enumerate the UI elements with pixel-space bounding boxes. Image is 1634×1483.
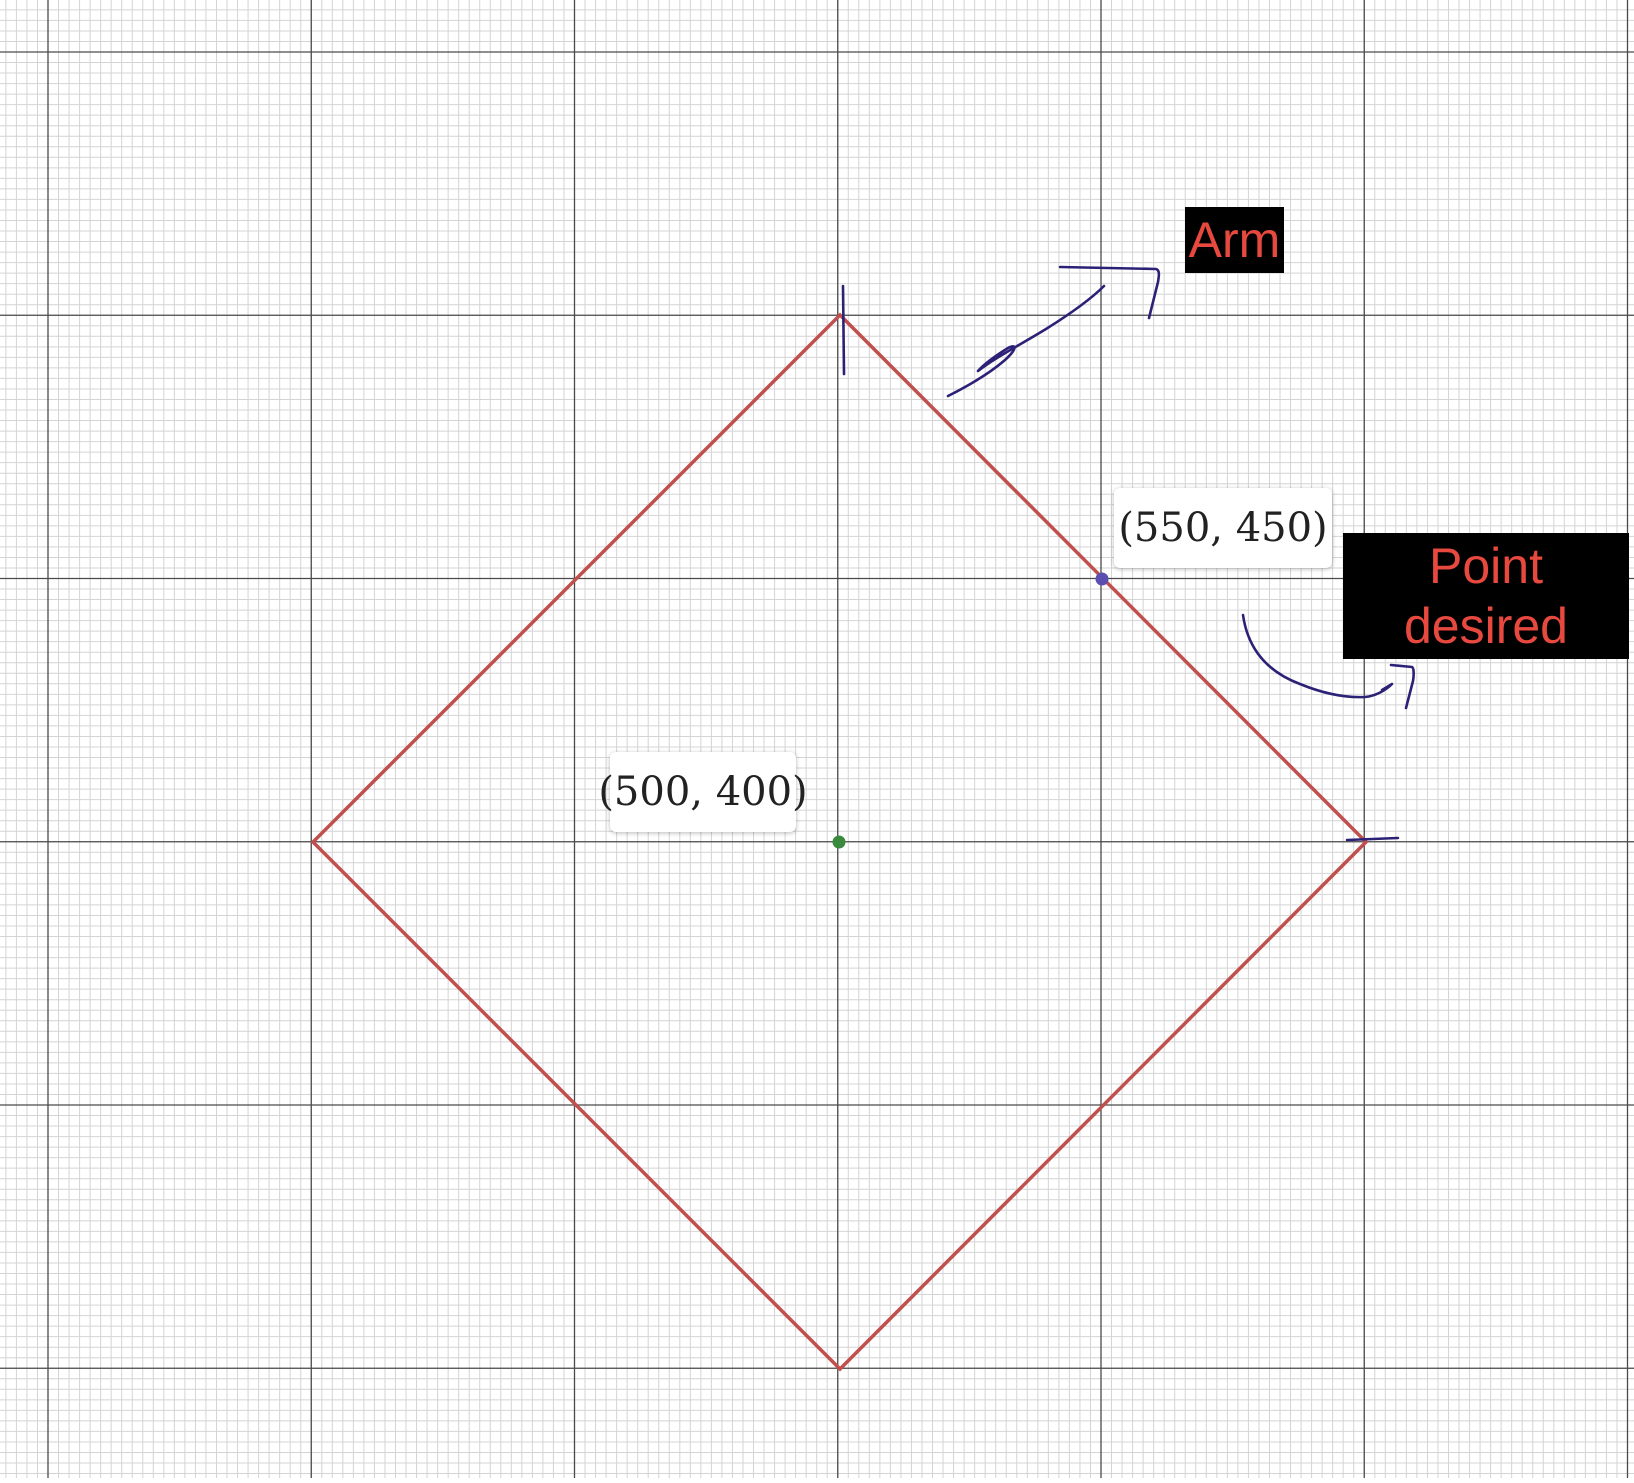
graph-canvas: (500, 400) (550, 450) Arm Point desired [0,0,1634,1478]
point-desired-arrow-head [1389,663,1415,710]
arm-note: Arm [1185,207,1284,273]
arm-arrow-stroke [946,284,1106,398]
tick-mark-top-vertex [841,284,846,376]
point-desired-note: Point desired [1343,533,1629,659]
graph-svg [0,0,1634,1478]
center-point-label: (500, 400) [598,752,808,832]
center-point-marker[interactable] [832,835,846,849]
desired-point-marker[interactable] [1095,572,1109,586]
minor-grid [0,0,1634,1478]
desired-point-label: (550, 450) [1114,488,1332,568]
tick-mark-right-vertex [1345,836,1400,842]
